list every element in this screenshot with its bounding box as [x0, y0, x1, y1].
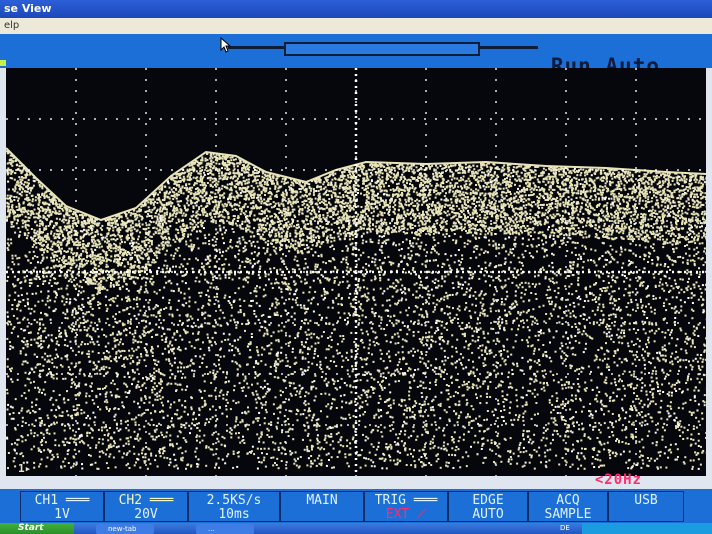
trigger-level-marker: 1▸	[18, 462, 32, 475]
edge-label: EDGE	[472, 493, 504, 508]
main-menu-button[interactable]: MAIN	[280, 491, 364, 522]
window-title: se View	[4, 2, 52, 15]
time-per-div: 10ms	[218, 507, 250, 522]
acq-menu-button[interactable]: ACQ SAMPLE	[528, 491, 608, 522]
frequency-readout: <20Hz	[594, 472, 642, 488]
trig-label: TRIG	[374, 493, 406, 508]
edge-mode: AUTO	[472, 507, 504, 522]
language-indicator[interactable]: DE	[560, 524, 570, 532]
trig-source: EXT	[385, 507, 410, 522]
sample-rate: 2.5KS/s	[206, 493, 262, 508]
window-titlebar: se View	[0, 0, 712, 18]
rising-edge-icon: ⟋	[409, 507, 427, 522]
memory-window-indicator[interactable]	[284, 42, 480, 56]
ch2-label: CH2	[118, 493, 143, 508]
help-menu[interactable]: elp	[4, 20, 19, 31]
timebase-menu-button[interactable]: 2.5KS/s 10ms	[188, 491, 280, 522]
system-tray	[582, 523, 712, 534]
channel-marker-icon	[0, 60, 6, 66]
mouse-cursor-icon	[220, 37, 232, 53]
ch1-label: CH1	[34, 493, 59, 508]
ch1-menu-button[interactable]: CH1 ═══ 1V	[20, 491, 104, 522]
ch1-scale: 1V	[54, 507, 70, 522]
trig-menu-button[interactable]: TRIG ═══ EXT ⟋	[364, 491, 448, 522]
waveform-display	[6, 68, 706, 476]
start-button[interactable]: Start	[0, 523, 74, 534]
edge-menu-button[interactable]: EDGE AUTO	[448, 491, 528, 522]
taskbar-item-2[interactable]: ...	[196, 524, 254, 534]
usb-menu-button[interactable]: USB	[608, 491, 684, 522]
main-label: MAIN	[306, 493, 338, 508]
bottom-menu: CH1 ═══ 1V CH2 ═══ 20V 2.5KS/s 10ms MAIN…	[0, 489, 712, 523]
ch2-menu-button[interactable]: CH2 ═══ 20V	[104, 491, 188, 522]
scope-status-bar: Run Auto	[0, 34, 712, 78]
ch2-scale: 20V	[134, 507, 158, 522]
scope-screen[interactable]	[6, 68, 706, 476]
taskbar: Start new-tab ... DE	[0, 523, 712, 534]
usb-label: USB	[634, 493, 658, 508]
acq-label: ACQ	[556, 493, 580, 508]
acq-mode: SAMPLE	[544, 507, 592, 522]
taskbar-item-1[interactable]: new-tab	[96, 524, 154, 534]
menu-bar: elp	[0, 18, 712, 34]
